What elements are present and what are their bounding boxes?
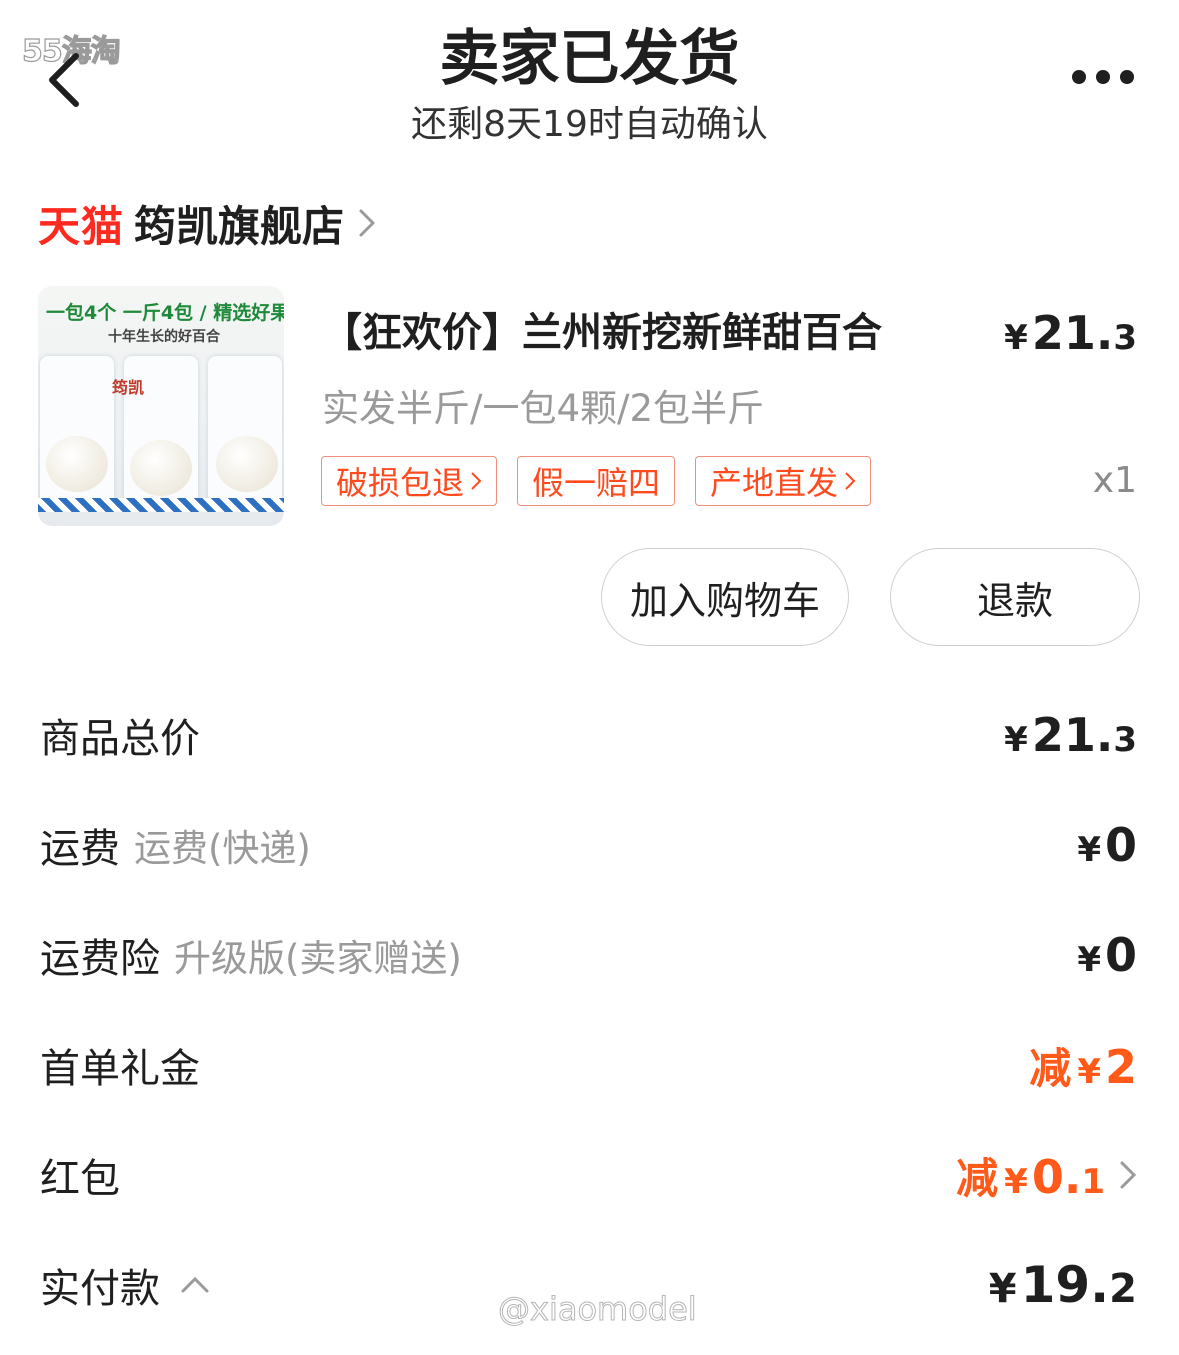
first-order-gift-row: 首单礼金 减 ¥2 (40, 1030, 1137, 1100)
refund-button[interactable]: 退款 (890, 548, 1140, 646)
chevron-right-icon (359, 209, 375, 237)
shipping-row: 运费 运费(快递) ¥0 (40, 818, 1137, 872)
chevron-up-icon[interactable] (180, 1276, 210, 1294)
add-to-cart-button[interactable]: 加入购物车 (601, 548, 849, 646)
product-spec: 实发半斤/一包4颗/2包半斤 (322, 387, 765, 430)
shipping-insurance-row: 运费险 升级版(卖家赠送) ¥0 (40, 928, 1137, 982)
chevron-right-icon (845, 472, 856, 490)
store-link[interactable]: 天猫 筠凯旗舰店 (38, 193, 378, 253)
shipping-amount: ¥0 (1077, 818, 1137, 872)
page-title: 卖家已发货 (439, 24, 740, 94)
product-image[interactable]: 一包4个 一斤4包 / 精选好果 十年生长的好百合 筠凯 (38, 286, 284, 526)
product-quantity: x1 (1092, 460, 1137, 501)
tmall-logo: 天猫 (38, 201, 125, 251)
store-name: 筠凯旗舰店 (134, 201, 345, 251)
watermark-bottom: @xiaomodel (498, 1290, 698, 1329)
goods-total-row: 商品总价 ¥21. 3 (40, 708, 1137, 762)
tag-fake-compensation[interactable]: 假一赔四 (517, 456, 676, 506)
goods-total-amount: ¥21. 3 (1004, 708, 1137, 762)
product-price: ¥21.3 (1004, 306, 1137, 360)
more-dots-icon[interactable] (1068, 62, 1138, 92)
red-packet-row[interactable]: 红包 减 ¥0. 1 (40, 1140, 1137, 1210)
product-image-brand: 筠凯 (112, 378, 145, 397)
auto-confirm-countdown: 还剩8天19时自动确认 (411, 104, 768, 145)
product-title[interactable]: 【狂欢价】兰州新挖新鲜甜百合 (322, 300, 882, 358)
shipping-insurance-amount: ¥0 (1077, 928, 1137, 982)
red-packet-amount: 减 ¥0. 1 (956, 1149, 1105, 1204)
tag-damage-return[interactable]: 破损包退 (321, 456, 498, 506)
service-tags: 破损包退 假一赔四 产地直发 (321, 456, 872, 506)
chevron-right-icon (471, 472, 482, 490)
chevron-right-icon (1120, 1161, 1137, 1189)
first-order-gift-amount: 减 ¥2 (1029, 1039, 1137, 1094)
product-image-tagline: 十年生长的好百合 (108, 329, 220, 345)
product-image-caption: 一包4个 一斤4包 / 精选好果 (46, 302, 284, 324)
tag-origin-direct[interactable]: 产地直发 (695, 456, 872, 506)
actual-paid-amount: ¥19. 2 (988, 1256, 1137, 1314)
